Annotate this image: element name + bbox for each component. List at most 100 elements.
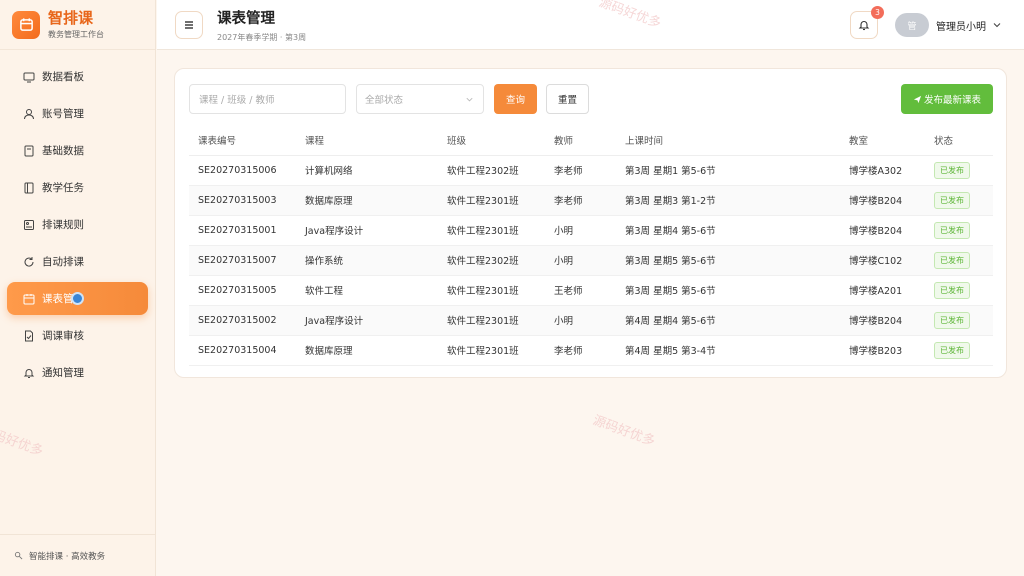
sidebar-item-notifications[interactable]: 通知管理 xyxy=(7,356,148,389)
brand-subtitle: 教务管理工作台 xyxy=(48,29,104,39)
column-header: 班级 xyxy=(438,125,545,156)
cell-room: 博学楼B204 xyxy=(840,185,925,216)
table-row[interactable]: SE20270315004 数据库原理 软件工程2301班 李老师 第4周 星期… xyxy=(189,335,993,366)
publish-button[interactable]: 发布最新课表 xyxy=(901,84,993,114)
reset-button[interactable]: 重置 xyxy=(546,84,589,114)
cell-room: 博学楼C102 xyxy=(840,245,925,276)
sparkle-icon xyxy=(14,551,23,560)
menu-icon xyxy=(185,20,193,29)
brand: 智排课 教务管理工作台 xyxy=(0,0,155,50)
book-icon xyxy=(23,182,35,194)
dashboard-icon xyxy=(23,71,35,83)
page-title: 课表管理 xyxy=(217,10,275,27)
cell-id: SE20270315003 xyxy=(189,185,296,216)
sidebar-item-label: 调课审核 xyxy=(42,330,84,342)
cell-teacher: 李老师 xyxy=(545,185,616,216)
cell-teacher: 王老师 xyxy=(545,275,616,306)
column-header: 教师 xyxy=(545,125,616,156)
status-badge: 已发布 xyxy=(934,161,970,179)
cell-id: SE20270315005 xyxy=(189,275,296,306)
sidebar-item-base-data[interactable]: 基础数据 xyxy=(7,134,148,167)
cell-room: 博学楼B204 xyxy=(840,215,925,246)
cell-class: 软件工程2302班 xyxy=(438,245,545,276)
user-menu[interactable]: 管 管理员小明 xyxy=(895,13,1002,37)
sidebar-item-label: 排课规则 xyxy=(42,219,84,231)
notification-badge: 3 xyxy=(871,6,884,19)
cell-teacher: 李老师 xyxy=(545,335,616,366)
cell-room: 博学楼B203 xyxy=(840,335,925,366)
send-icon xyxy=(913,95,922,103)
column-header: 课表编号 xyxy=(189,125,296,156)
filter-toolbar: 课程 / 班级 / 教师 全部状态 查询 重置 发布最新课表 xyxy=(189,84,993,114)
column-header: 教室 xyxy=(840,125,925,156)
cell-room: 博学楼B204 xyxy=(840,305,925,336)
sidebar-item-label: 课表管 xyxy=(42,293,74,305)
cell-class: 软件工程2301班 xyxy=(438,335,545,366)
status-badge: 已发布 xyxy=(934,191,970,209)
table-row[interactable]: SE20270315007 操作系统 软件工程2302班 小明 第3周 星期5 … xyxy=(189,245,993,276)
search-input[interactable]: 课程 / 班级 / 教师 xyxy=(189,84,346,114)
status-select[interactable]: 全部状态 xyxy=(356,84,484,114)
status-badge: 已发布 xyxy=(934,311,970,329)
cell-time: 第3周 星期5 第5-6节 xyxy=(616,245,840,276)
notification-button[interactable]: 3 xyxy=(850,6,884,39)
sidebar-item-adjust-review[interactable]: 调课审核 xyxy=(7,319,148,352)
sidebar-item-label: 自动排课 xyxy=(42,256,84,268)
calendar-logo-icon xyxy=(12,10,40,39)
cell-id: SE20270315007 xyxy=(189,245,296,276)
cell-course: 操作系统 xyxy=(296,245,438,276)
sidebar-item-timetable[interactable]: 课表管 xyxy=(7,282,148,315)
user-icon xyxy=(23,108,35,120)
sidebar-item-label: 数据看板 xyxy=(42,71,84,83)
bell-icon xyxy=(23,367,35,379)
column-header: 课程 xyxy=(296,125,438,156)
query-button[interactable]: 查询 xyxy=(494,84,537,114)
cell-teacher: 李老师 xyxy=(545,155,616,186)
sidebar-item-auto-schedule[interactable]: 自动排课 xyxy=(7,245,148,278)
cell-time: 第3周 星期3 第1-2节 xyxy=(616,185,840,216)
refresh-icon xyxy=(23,256,35,268)
rules-icon xyxy=(23,219,35,231)
sidebar-item-dashboard[interactable]: 数据看板 xyxy=(7,60,148,93)
cell-course: 数据库原理 xyxy=(296,185,438,216)
sidebar-footer-text: 智能排课 · 高效教务 xyxy=(29,551,106,562)
calendar-icon xyxy=(23,293,35,305)
table-row[interactable]: SE20270315002 Java程序设计 软件工程2301班 小明 第4周 … xyxy=(189,305,993,336)
table-row[interactable]: SE20270315001 Java程序设计 软件工程2301班 小明 第3周 … xyxy=(189,215,993,246)
sidebar-item-label: 基础数据 xyxy=(42,145,84,157)
database-icon xyxy=(23,145,35,157)
cell-room: 博学楼A201 xyxy=(840,275,925,306)
sidebar-item-label: 通知管理 xyxy=(42,367,84,379)
cell-course: 软件工程 xyxy=(296,275,438,306)
cell-class: 软件工程2301班 xyxy=(438,305,545,336)
table-row[interactable]: SE20270315006 计算机网络 软件工程2302班 李老师 第3周 星期… xyxy=(189,155,993,186)
avatar: 管 xyxy=(895,13,929,37)
topbar: 课表管理 2027年春季学期 · 第3周 3 管 管理员小明 xyxy=(157,0,1024,50)
cell-id: SE20270315002 xyxy=(189,305,296,336)
cell-id: SE20270315006 xyxy=(189,155,296,186)
brand-title: 智排课 xyxy=(48,8,94,27)
sidebar-footer: 智能排课 · 高效教务 xyxy=(0,534,155,576)
cell-course: 数据库原理 xyxy=(296,335,438,366)
cell-time: 第3周 星期1 第5-6节 xyxy=(616,155,840,186)
page-subtitle: 2027年春季学期 · 第3周 xyxy=(217,32,307,42)
sidebar-item-label: 教学任务 xyxy=(42,182,84,194)
cell-course: 计算机网络 xyxy=(296,155,438,186)
status-badge: 已发布 xyxy=(934,251,970,269)
sidebar-item-schedule-rules[interactable]: 排课规则 xyxy=(7,208,148,241)
timetable-table: 课表编号 课程 班级 教师 上课时间 教室 状态 SE20270315006 计… xyxy=(189,125,993,366)
cursor-indicator xyxy=(71,292,84,305)
cell-time: 第4周 星期4 第5-6节 xyxy=(616,305,840,336)
sidebar-item-accounts[interactable]: 账号管理 xyxy=(7,97,148,130)
sidebar-item-teaching-tasks[interactable]: 教学任务 xyxy=(7,171,148,204)
table-row[interactable]: SE20270315005 软件工程 软件工程2301班 王老师 第3周 星期5… xyxy=(189,275,993,306)
cell-room: 博学楼A302 xyxy=(840,155,925,186)
cell-teacher: 小明 xyxy=(545,305,616,336)
menu-toggle-button[interactable] xyxy=(175,10,203,39)
table-header-row: 课表编号 课程 班级 教师 上课时间 教室 状态 xyxy=(189,125,993,156)
cell-class: 软件工程2302班 xyxy=(438,155,545,186)
table-row[interactable]: SE20270315003 数据库原理 软件工程2301班 李老师 第3周 星期… xyxy=(189,185,993,216)
cell-id: SE20270315001 xyxy=(189,215,296,246)
cell-class: 软件工程2301班 xyxy=(438,275,545,306)
cell-course: Java程序设计 xyxy=(296,305,438,336)
